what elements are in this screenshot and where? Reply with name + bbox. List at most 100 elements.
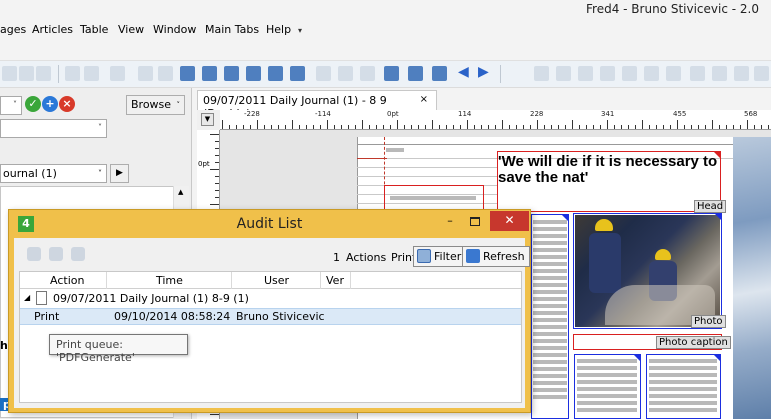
arrow-left-icon[interactable]: ◀ (458, 64, 469, 80)
preview-icon[interactable] (202, 66, 217, 81)
scroll-up-icon[interactable]: ▲ (178, 188, 183, 196)
filter-button[interactable]: Filter (413, 246, 467, 267)
ruler-tick (754, 125, 755, 129)
horizontal-ruler[interactable]: -228 -114 0pt 114 228 341 455 568 (220, 110, 771, 130)
ellipse-icon[interactable] (666, 66, 681, 81)
facing-page-photo[interactable] (733, 137, 771, 419)
frame-icon[interactable] (734, 66, 749, 81)
plus-icon[interactable]: + (42, 96, 58, 112)
text-icon[interactable] (556, 66, 571, 81)
photo-image[interactable] (575, 215, 720, 327)
group-row[interactable]: ◢ 09/07/2011 Daily Journal (1) 8-9 (1) (20, 290, 521, 307)
refresh-icon (466, 249, 480, 263)
menu-table[interactable]: Table (80, 23, 108, 36)
ruler-tick (348, 125, 349, 129)
cut-icon[interactable] (2, 66, 17, 81)
left-top-combo[interactable]: ˅ (0, 96, 22, 115)
column-header-time[interactable]: Time (156, 274, 183, 287)
dialog-title-bar[interactable]: 4 Audit List – ✕ (9, 210, 530, 238)
ruler-tick (383, 125, 384, 129)
chevron-down-icon: ˅ (98, 123, 102, 132)
align-bottom-icon[interactable] (432, 66, 447, 81)
text-placeholder (390, 196, 476, 203)
copy-icon[interactable] (19, 66, 34, 81)
paste-icon[interactable] (36, 66, 51, 81)
column-header-action[interactable]: Action (50, 274, 84, 287)
journal-combo[interactable]: ournal (1) ˅ (0, 164, 107, 183)
bold-icon[interactable] (578, 66, 593, 81)
align-top-icon[interactable] (384, 66, 399, 81)
layout-icon[interactable] (224, 66, 239, 81)
undo-icon[interactable] (65, 66, 80, 81)
left-second-combo[interactable]: ˅ (0, 119, 107, 138)
globe-icon[interactable] (316, 66, 331, 81)
document-icon[interactable] (290, 66, 305, 81)
line-icon[interactable] (644, 66, 659, 81)
close-icon[interactable]: ✕ (490, 211, 529, 231)
arrow-right-icon[interactable]: ▶ (478, 64, 489, 80)
page-icon[interactable] (268, 66, 283, 81)
more-icon[interactable] (754, 66, 769, 81)
redo-icon[interactable] (84, 66, 99, 81)
photo-caption-tag: Photo caption (656, 336, 731, 349)
ruler-tick (215, 183, 219, 184)
align-middle-icon[interactable] (408, 66, 423, 81)
zoom-icon[interactable] (360, 66, 375, 81)
ruler-tick (292, 120, 293, 129)
table-row[interactable]: Print 09/10/2014 08:58:24 Bruno Stivicev… (20, 308, 521, 325)
check-in-icon[interactable] (110, 66, 125, 81)
ruler-tick (411, 125, 412, 129)
close-tab-icon[interactable]: × (420, 94, 428, 105)
spellcheck-icon[interactable] (158, 66, 173, 81)
color-icon[interactable] (712, 66, 727, 81)
refresh-button[interactable]: Refresh (462, 246, 530, 267)
ruler-tick (215, 197, 219, 198)
headline-text[interactable]: 'We will die if it is necessary to save … (498, 154, 720, 186)
ruler-tick (229, 125, 230, 129)
ruler-tick (210, 169, 219, 170)
column-header-user[interactable]: User (264, 274, 289, 287)
menu-overflow-icon[interactable]: ▾ (298, 26, 302, 35)
minimize-icon[interactable]: – (440, 214, 460, 232)
ruler-tick (320, 125, 321, 129)
remove-icon[interactable]: × (59, 96, 75, 112)
ruler-tick (705, 125, 706, 129)
font-icon[interactable] (622, 66, 637, 81)
ruler-tick (369, 125, 370, 129)
style-icon[interactable] (690, 66, 705, 81)
document-tab[interactable]: 09/07/2011 Daily Journal (1) - 8 9 (Doub… (197, 90, 437, 120)
pages-icon[interactable] (246, 66, 261, 81)
ruler-tick (453, 125, 454, 129)
ruler-tick (215, 155, 219, 156)
menu-view[interactable]: View (118, 23, 144, 36)
menu-help[interactable]: Help (266, 23, 291, 36)
paragraph-icon[interactable] (534, 66, 549, 81)
maximize-icon[interactable] (465, 214, 485, 232)
menu-window[interactable]: Window (153, 23, 196, 36)
find-icon[interactable] (138, 66, 153, 81)
column-header-ver[interactable]: Ver (326, 274, 344, 287)
copy-icon[interactable] (49, 247, 63, 261)
menu-articles[interactable]: Articles (32, 23, 73, 36)
menu-main-tabs[interactable]: Main Tabs (205, 23, 259, 36)
refresh-icon[interactable] (180, 66, 195, 81)
expand-icon[interactable]: ◢ (24, 293, 30, 302)
ruler-tick (355, 125, 356, 129)
frame-corner-marker (633, 354, 641, 362)
ruler-toggle-icon[interactable]: ▼ (201, 113, 214, 126)
toolbar-separator (58, 65, 59, 83)
photo-figure (589, 233, 621, 293)
menu-pages[interactable]: ages (0, 23, 26, 36)
ruler-tick (264, 125, 265, 129)
check-icon[interactable]: ✓ (25, 96, 41, 112)
browse-button[interactable]: Browse ˅ (126, 95, 185, 115)
export-icon[interactable] (27, 247, 41, 261)
vertical-ruler-label: 0pt (198, 160, 210, 168)
p-icon[interactable] (338, 66, 353, 81)
reload-icon[interactable] (71, 247, 85, 261)
ruler-tick (523, 125, 524, 129)
italic-icon[interactable] (600, 66, 615, 81)
column-separator (350, 272, 351, 289)
ruler-tick (509, 125, 510, 129)
play-button[interactable]: ▶ (110, 164, 129, 183)
